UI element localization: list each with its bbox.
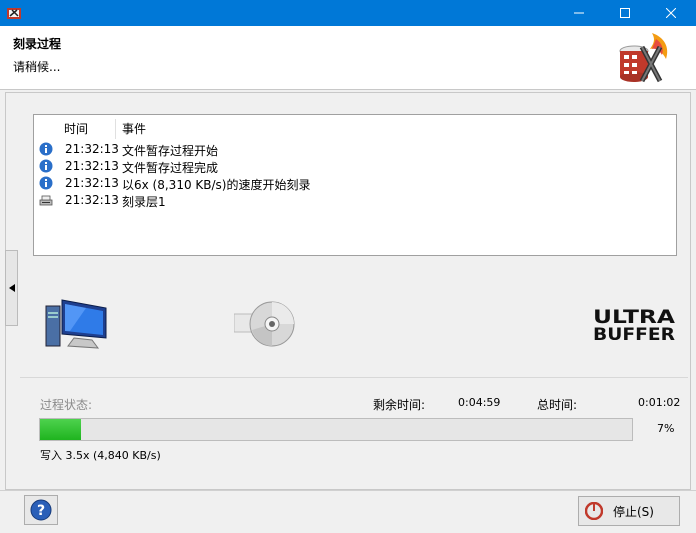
computer-icon [45, 299, 107, 349]
ultrabuffer-logo: ULTRA BUFFER [593, 306, 675, 343]
process-status-label: 过程状态: [40, 398, 93, 412]
minimize-button[interactable] [556, 0, 602, 26]
minimize-icon [574, 12, 584, 14]
column-header-event[interactable]: 事件 [122, 119, 146, 139]
log-time: 21:32:13 [65, 159, 119, 173]
remaining-time-label: 剩余时间: [373, 398, 426, 412]
help-button[interactable]: ? [24, 495, 58, 525]
progress-percent: 7% [657, 422, 675, 435]
svg-text:?: ? [37, 503, 45, 519]
log-event: 文件暂存过程完成 [122, 161, 219, 175]
app-icon [7, 8, 21, 19]
log-row: 21:32:13 文件暂存过程开始 [34, 141, 674, 158]
close-button[interactable] [648, 0, 694, 26]
log-event: 以6x (8,310 KB/s)的速度开始刻录 [122, 178, 311, 192]
log-time: 21:32:13 [65, 142, 119, 156]
svg-text:BUFFER: BUFFER [593, 325, 675, 343]
disc-drive-icon [234, 301, 295, 347]
help-icon: ? [30, 499, 52, 521]
dialog-title: 刻录过程 [13, 37, 62, 51]
dialog-subtitle: 请稍候... [13, 60, 61, 74]
info-icon [39, 142, 53, 156]
total-time-label: 总时间: [537, 398, 578, 412]
log-row: 21:32:13 文件暂存过程完成 [34, 158, 674, 175]
dialog-header: 刻录过程 请稍候... [0, 26, 696, 90]
ultraiso-logo-icon [619, 33, 668, 83]
log-row: 21:32:13 刻录层1 [34, 192, 674, 209]
close-icon [666, 8, 676, 18]
total-time-value: 0:01:02 [638, 396, 681, 409]
event-log[interactable]: 时间 事件 21:32:13 文件暂存过程开始 21:32:13 文件暂存过程完… [33, 114, 677, 256]
remaining-time-value: 0:04:59 [458, 396, 501, 409]
arrow-left-icon [8, 284, 15, 292]
burner-icon [39, 195, 53, 206]
maximize-button[interactable] [602, 0, 648, 26]
stop-icon [585, 502, 603, 520]
collapse-panel-button[interactable] [5, 250, 18, 326]
maximize-icon [620, 8, 630, 18]
log-row: 21:32:13 以6x (8,310 KB/s)的速度开始刻录 [34, 175, 674, 192]
log-time: 21:32:13 [65, 193, 119, 207]
progress-fill [40, 419, 82, 440]
stop-button-label: 停止(S) [613, 504, 654, 519]
title-bar [0, 0, 696, 26]
column-header-time[interactable]: 时间 [64, 119, 116, 139]
log-event: 文件暂存过程开始 [122, 144, 219, 158]
log-time: 21:32:13 [65, 176, 119, 190]
stop-button[interactable]: 停止(S) [578, 496, 680, 526]
progress-bar [39, 418, 633, 441]
info-icon [39, 176, 53, 190]
log-event: 刻录层1 [122, 195, 166, 209]
separator [20, 377, 688, 378]
info-icon [39, 159, 53, 173]
write-speed: 写入 3.5x (4,840 KB/s) [40, 449, 161, 462]
